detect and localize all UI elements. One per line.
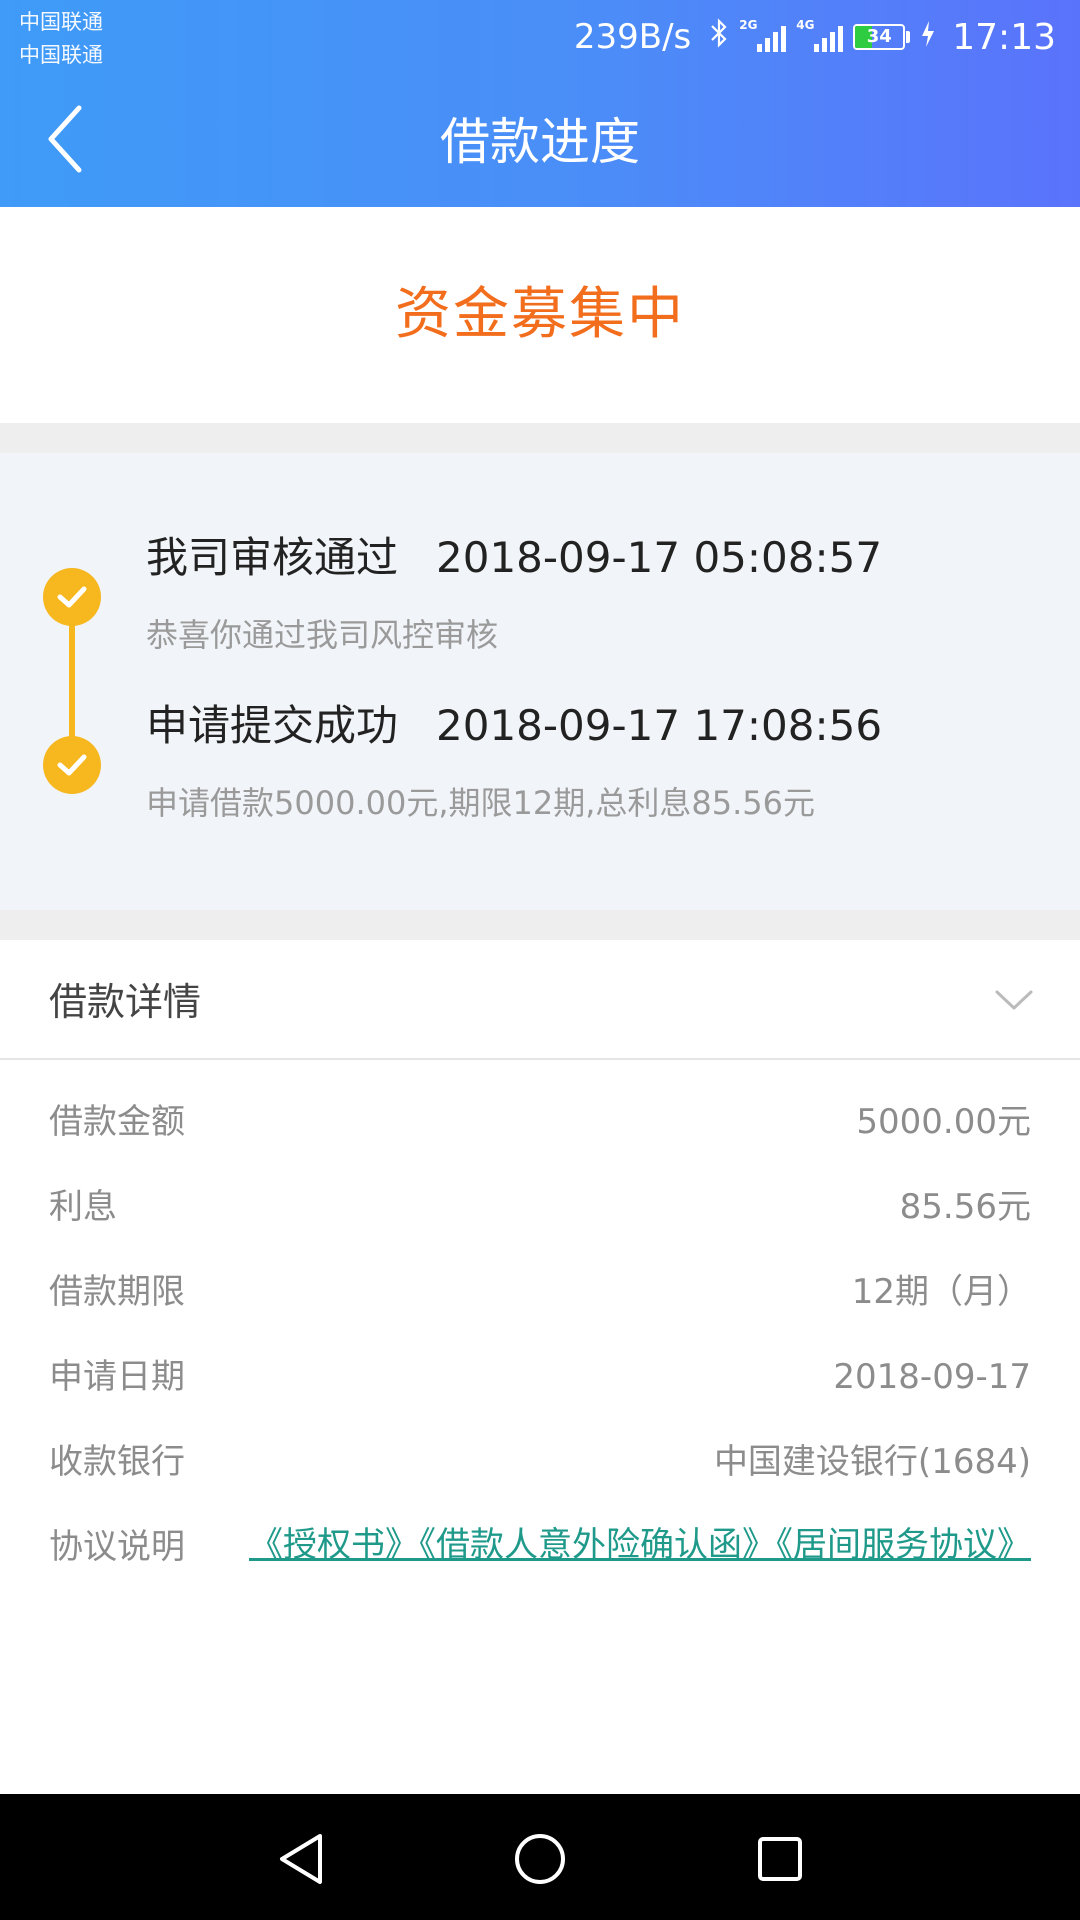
timeline-time: 2018-09-17 17:08:56 <box>436 701 883 750</box>
timeline-time: 2018-09-17 05:08:57 <box>436 533 883 582</box>
detail-value: 2018-09-17 <box>833 1357 1031 1397</box>
status-indicators: 239B/s 2G 4G 34 17:13 <box>574 14 1056 60</box>
divider <box>0 910 1080 940</box>
clock: 17:13 <box>952 16 1056 58</box>
status-bar: 中国联通 中国联通 239B/s 2G 4G 34 17:13 <box>0 0 1080 75</box>
agreement-link-brokerage[interactable]: 《居间服务协议》 <box>776 1525 1031 1565</box>
progress-timeline: 我司审核通过 2018-09-17 05:08:57 恭喜你通过我司风控审核 申… <box>0 453 1080 910</box>
section-title: 借款详情 <box>49 980 202 1024</box>
system-home-button[interactable] <box>505 1824 575 1894</box>
charging-icon <box>920 20 936 54</box>
detail-row-agreements: 协议说明 《授权书》《借款人意外险确认函》《居间服务协议》 <box>49 1523 1031 1623</box>
detail-value: 中国建设银行(1684) <box>713 1442 1031 1482</box>
detail-label: 借款金额 <box>49 1102 185 1142</box>
system-recents-button[interactable] <box>745 1824 815 1894</box>
signal-icon: 4G <box>796 18 844 52</box>
battery-icon: 34 <box>853 24 911 50</box>
system-back-button[interactable] <box>266 1824 336 1894</box>
system-nav-bar <box>0 1794 1080 1920</box>
circle-home-icon <box>515 1834 565 1884</box>
signal-type-2: 4G <box>796 18 815 32</box>
detail-label: 利息 <box>49 1187 117 1227</box>
header: 中国联通 中国联通 239B/s 2G 4G 34 17:13 借款进度 <box>0 0 1080 207</box>
detail-value: 85.56元 <box>899 1187 1031 1227</box>
network-speed: 239B/s <box>573 17 692 57</box>
detail-row-term: 借款期限 12期（月） <box>49 1268 1031 1328</box>
square-recents-icon <box>758 1837 802 1881</box>
agreement-links: 《授权书》《借款人意外险确认函》《居间服务协议》 <box>231 1523 1031 1567</box>
timeline-item: 我司审核通过 2018-09-17 05:08:57 恭喜你通过我司风控审核 <box>146 529 882 655</box>
status-banner: 资金募集中 <box>0 207 1080 423</box>
timeline-desc: 申请借款5000.00元,期限12期,总利息85.56元 <box>146 784 816 822</box>
bluetooth-icon <box>709 17 729 58</box>
signal-type-1: 2G <box>739 18 758 32</box>
carrier-info: 中国联通 中国联通 <box>19 6 103 72</box>
triangle-back-icon <box>280 1834 322 1884</box>
page-title: 借款进度 <box>440 113 640 171</box>
detail-row-bank: 收款银行 中国建设银行(1684) <box>49 1438 1031 1498</box>
carrier-2: 中国联通 <box>19 43 103 67</box>
detail-row-date: 申请日期 2018-09-17 <box>49 1353 1031 1413</box>
detail-label: 收款银行 <box>49 1442 185 1482</box>
timeline-desc: 恭喜你通过我司风控审核 <box>146 616 499 654</box>
agreement-link-insurance[interactable]: 《借款人意外险确认函》 <box>419 1525 776 1565</box>
check-icon <box>43 568 101 626</box>
detail-label: 协议说明 <box>49 1527 185 1567</box>
timeline-item: 申请提交成功 2018-09-17 17:08:56 申请借款5000.00元,… <box>146 697 882 823</box>
signal-icon: 2G <box>739 18 787 52</box>
nav-bar: 借款进度 <box>0 75 1080 207</box>
detail-row-interest: 利息 85.56元 <box>49 1183 1031 1243</box>
loan-details-toggle[interactable]: 借款详情 <box>0 940 1080 1060</box>
check-icon <box>43 736 101 794</box>
detail-label: 借款期限 <box>49 1272 185 1312</box>
agreement-link-authorization[interactable]: 《授权书》 <box>249 1525 419 1565</box>
detail-label: 申请日期 <box>49 1357 185 1397</box>
battery-level: 34 <box>866 26 892 47</box>
loan-status: 资金募集中 <box>395 282 685 347</box>
divider <box>0 423 1080 453</box>
chevron-down-icon <box>995 990 1033 1010</box>
detail-row-amount: 借款金额 5000.00元 <box>49 1098 1031 1158</box>
detail-value: 12期（月） <box>851 1272 1031 1312</box>
carrier-1: 中国联通 <box>19 10 103 34</box>
timeline-title: 我司审核通过 <box>146 533 399 582</box>
detail-value: 5000.00元 <box>856 1102 1031 1142</box>
timeline-title: 申请提交成功 <box>146 701 399 750</box>
